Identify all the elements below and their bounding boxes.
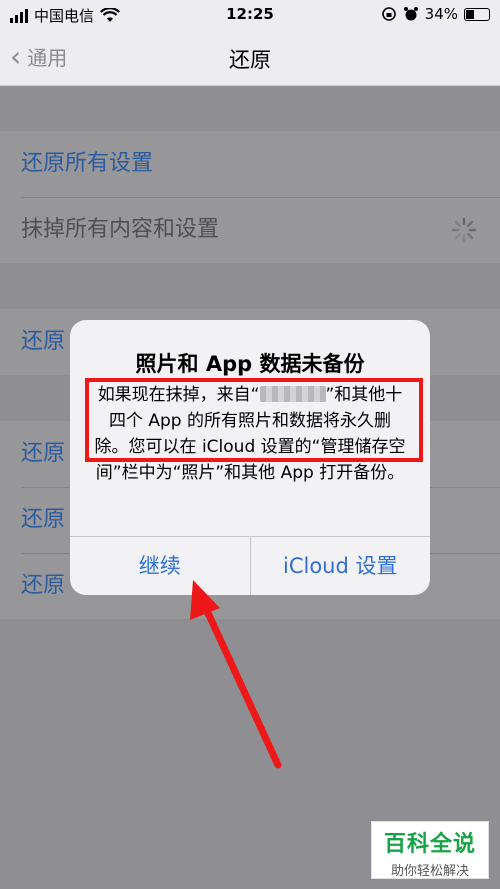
status-right: 34% (381, 5, 490, 23)
navigation-bar: ‹ 通用 还原 (0, 30, 500, 86)
watermark-title: 百科全说 (383, 832, 476, 857)
continue-button[interactable]: 继续 (70, 537, 250, 595)
alarm-icon (403, 7, 418, 21)
watermark-subtitle: 助你轻松解决 (390, 864, 469, 879)
alert-buttons: 继续 iCloud 设置 (70, 536, 430, 595)
rotation-lock-icon (381, 7, 396, 21)
erase-label: 抹掉所有内容和设置 (21, 217, 220, 242)
battery-percent: 34% (424, 5, 458, 23)
highlight-box (85, 378, 423, 462)
battery-icon (464, 7, 490, 21)
erase-all-content-and-settings[interactable]: 抹掉所有内容和设置 (0, 197, 500, 263)
alert-title: 照片和 App 数据未备份 (135, 352, 365, 376)
settings-group-1: 还原所有设置 抹掉所有内容和设置 (0, 131, 500, 263)
status-bar: 中国电信 12:25 34% (0, 0, 500, 30)
watermark-logo: 百科全说 助你轻松解决 (371, 821, 489, 879)
loading-spinner-icon (451, 217, 477, 243)
reset-all-settings[interactable]: 还原所有设置 (0, 131, 500, 197)
icloud-settings-button[interactable]: iCloud 设置 (249, 537, 431, 595)
page-title: 还原 (229, 48, 271, 72)
